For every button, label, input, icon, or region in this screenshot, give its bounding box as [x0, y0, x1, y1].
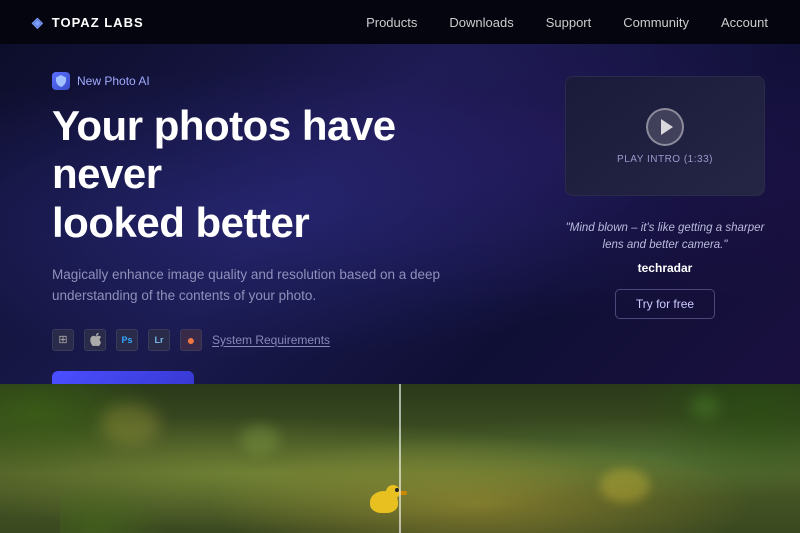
logo-icon: ◈: [32, 14, 44, 31]
comparison-divider: [399, 384, 401, 533]
badge-label: New Photo AI: [77, 74, 150, 88]
testimonial: "Mind blown – it's like getting a sharpe…: [565, 220, 765, 275]
bird-head: [386, 485, 400, 499]
play-icon: [661, 119, 673, 135]
hero-section: New Photo AI Your photos have never look…: [0, 44, 800, 384]
nav-links: Products Downloads Support Community Acc…: [366, 15, 768, 30]
photo-background: [0, 384, 800, 533]
play-button[interactable]: [646, 108, 684, 146]
bokeh-4: [690, 394, 720, 419]
play-label: PLAY INTRO (1:33): [617, 154, 713, 165]
testimonial-source: techradar: [565, 261, 765, 275]
hero-title-line1: Your photos have never: [52, 102, 396, 197]
nav-products[interactable]: Products: [366, 15, 417, 30]
bokeh-2: [240, 424, 280, 454]
logo-text: TOPAZ LABS: [52, 15, 144, 30]
photo-comparison-section: [0, 384, 800, 533]
hero-title: Your photos have never looked better: [52, 102, 508, 247]
nav-downloads[interactable]: Downloads: [449, 15, 513, 30]
lightroom-icon: Lr: [148, 329, 170, 351]
product-badge: New Photo AI: [52, 72, 508, 90]
badge-shield-icon: [52, 72, 70, 90]
nav-community[interactable]: Community: [623, 15, 689, 30]
system-requirements-link[interactable]: System Requirements: [212, 333, 330, 347]
platform-icons-row: ⊞ Ps Lr ● System Requirements: [52, 329, 508, 351]
testimonial-quote: "Mind blown – it's like getting a sharpe…: [565, 220, 765, 255]
nav-account[interactable]: Account: [721, 15, 768, 30]
bird: [370, 491, 398, 513]
nav-support[interactable]: Support: [546, 15, 592, 30]
buy-button[interactable]: Buy for $199: [52, 371, 194, 384]
try-free-button[interactable]: Try for free: [615, 289, 715, 319]
photoshop-icon: Ps: [116, 329, 138, 351]
hero-title-line2: looked better: [52, 199, 309, 246]
hero-right: PLAY INTRO (1:33) "Mind blown – it's lik…: [540, 44, 800, 339]
logo: ◈ TOPAZ LABS: [32, 14, 144, 31]
bokeh-1: [100, 404, 160, 444]
windows-icon: ⊞: [52, 329, 74, 351]
bird-body: [370, 491, 398, 513]
hero-left: New Photo AI Your photos have never look…: [0, 44, 540, 384]
video-preview[interactable]: PLAY INTRO (1:33): [565, 76, 765, 196]
hero-description: Magically enhance image quality and reso…: [52, 265, 452, 307]
other-icon: ●: [180, 329, 202, 351]
foliage-bottom: [60, 473, 180, 533]
bokeh-3: [600, 468, 650, 503]
apple-icon: [84, 329, 106, 351]
navigation: ◈ TOPAZ LABS Products Downloads Support …: [0, 0, 800, 44]
